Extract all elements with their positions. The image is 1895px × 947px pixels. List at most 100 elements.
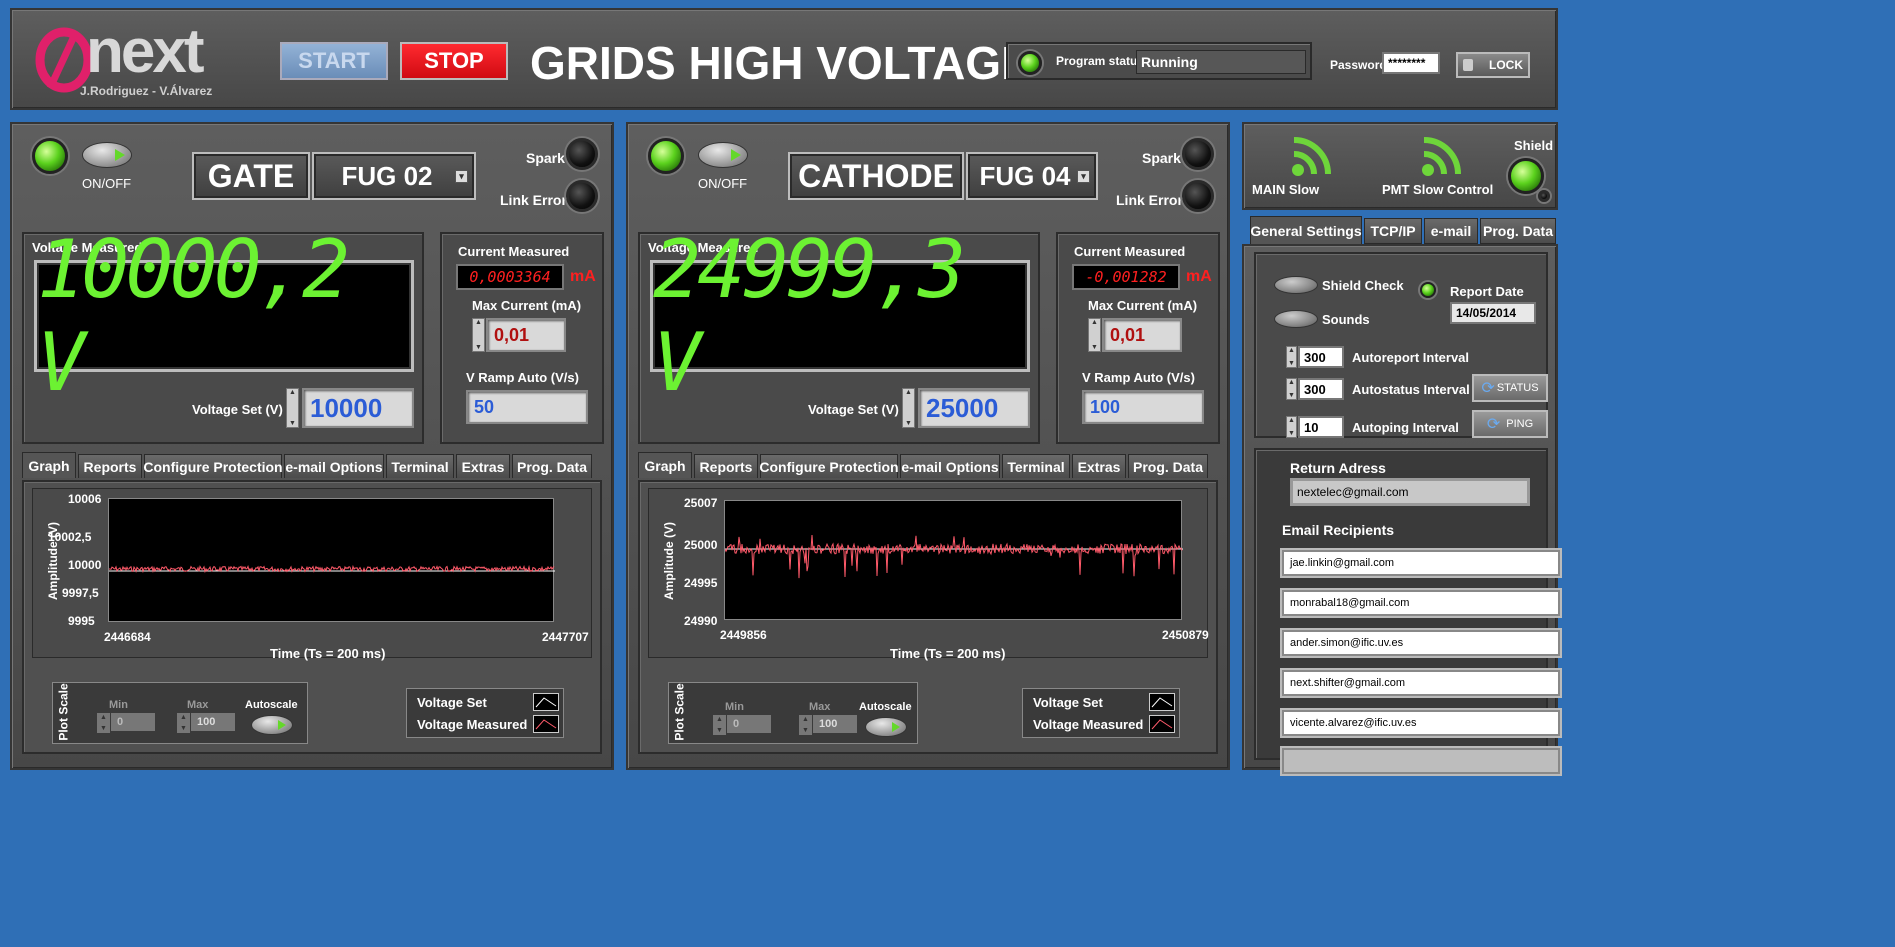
autostatus-spinner[interactable]: ▲ ▼ xyxy=(1286,378,1297,400)
gate-autoscale-toggle[interactable] xyxy=(251,715,293,735)
tab-terminal[interactable]: Terminal xyxy=(1002,454,1070,478)
pmt-slow-control-wifi-icon[interactable] xyxy=(1420,134,1464,178)
cathode-max-spinner[interactable]: ▲ ▼ xyxy=(799,715,812,735)
gate-y-tick: 9995 xyxy=(68,614,95,628)
cathode-device-select[interactable]: FUG 04 ▾ xyxy=(966,152,1098,200)
tab-email[interactable]: e-mail xyxy=(1424,218,1478,244)
tab-general-settings[interactable]: General Settings xyxy=(1250,216,1362,246)
cathode-legend-voltage-set: Voltage Set xyxy=(1033,695,1103,710)
cathode-status-led xyxy=(648,138,684,174)
lock-button[interactable]: LOCK xyxy=(1456,52,1530,78)
gate-device-select[interactable]: FUG 02 ▾ xyxy=(312,152,476,200)
tab-email-options[interactable]: e-mail Options xyxy=(284,454,384,478)
password-field[interactable]: ******** xyxy=(1382,52,1440,74)
email-recipients-label: Email Recipients xyxy=(1282,522,1395,538)
gate-legend-voltage-set: Voltage Set xyxy=(417,695,487,710)
gate-max-current-spinner[interactable]: ▲ ▼ xyxy=(472,318,485,352)
gate-voltage-set-spinner[interactable]: ▲ ▼ xyxy=(286,388,299,428)
shield-check-toggle[interactable] xyxy=(1274,276,1318,294)
tab-configure-protection[interactable]: Configure Protection xyxy=(143,454,283,478)
cathode-link-error-label: Link Error xyxy=(1116,192,1183,208)
gate-graph-panel: Amplitude (V) 10006 10002,5 10000 9997,5… xyxy=(22,480,602,754)
tab-terminal[interactable]: Terminal xyxy=(386,454,454,478)
autoreport-spinner[interactable]: ▲ ▼ xyxy=(1286,346,1297,368)
autostatus-input[interactable]: 300 xyxy=(1298,378,1344,400)
gate-spark-label: Spark xyxy=(526,150,565,166)
gate-current-display: 0,0003364 xyxy=(456,264,564,290)
gate-voltage-set-input[interactable]: 10000 xyxy=(302,388,414,428)
sounds-toggle[interactable] xyxy=(1274,310,1318,328)
recipient-item[interactable]: next.shifter@gmail.com xyxy=(1282,670,1560,696)
tab-reports[interactable]: Reports xyxy=(694,454,758,478)
tab-prog-data[interactable]: Prog. Data xyxy=(512,454,592,478)
cathode-max-current-input[interactable]: 0,01 xyxy=(1102,318,1182,352)
tab-prog-data[interactable]: Prog. Data xyxy=(1480,218,1556,244)
shield-check-led xyxy=(1420,282,1436,298)
cathode-max-current-label: Max Current (mA) xyxy=(1088,298,1198,313)
gate-graph-plot xyxy=(108,498,555,622)
autoping-input[interactable]: 10 xyxy=(1298,416,1344,438)
gate-min-input[interactable]: 0 xyxy=(111,713,155,731)
logo-text: next xyxy=(86,17,204,86)
cathode-v-ramp-input[interactable]: 100 xyxy=(1082,390,1204,424)
return-address-input[interactable]: nextelec@gmail.com xyxy=(1290,478,1530,506)
gate-max-spinner[interactable]: ▲ ▼ xyxy=(177,713,190,733)
cathode-plot-scale-box: Plot Scale Min ▲ ▼ 0 Max ▲ ▼ 100 Autoscale xyxy=(668,682,918,744)
cathode-autoscale-toggle[interactable] xyxy=(865,717,907,737)
recipient-item[interactable]: monrabal18@gmail.com xyxy=(1282,590,1560,616)
recipient-item[interactable]: vicente.alvarez@ific.uv.es xyxy=(1282,710,1560,736)
recipient-item[interactable]: ander.simon@ific.uv.es xyxy=(1282,630,1560,656)
tab-prog-data[interactable]: Prog. Data xyxy=(1128,454,1208,478)
stop-button[interactable]: STOP xyxy=(400,42,508,80)
gate-onoff-toggle[interactable] xyxy=(82,142,132,168)
tab-tcp-ip[interactable]: TCP/IP xyxy=(1364,218,1422,244)
gate-max-input[interactable]: 100 xyxy=(191,713,235,731)
tab-graph[interactable]: Graph xyxy=(638,452,692,478)
cathode-voltage-set-spinner[interactable]: ▲ ▼ xyxy=(902,388,915,428)
gate-x-axis-label: Time (Ts = 200 ms) xyxy=(270,646,386,661)
gate-legend: Voltage Set Voltage Measured xyxy=(406,688,564,738)
gate-current-measured-label: Current Measured xyxy=(458,244,570,259)
tab-extras[interactable]: Extras xyxy=(456,454,510,478)
cathode-min-spinner[interactable]: ▲ ▼ xyxy=(713,715,726,735)
settings-tab-bar: General Settings TCP/IP e-mail Prog. Dat… xyxy=(1250,216,1556,246)
main-slow-wifi-icon[interactable] xyxy=(1290,134,1334,178)
cathode-max-current-spinner[interactable]: ▲ ▼ xyxy=(1088,318,1101,352)
next-logo: next J.Rodriguez - V.Álvarez xyxy=(34,17,234,104)
shield-small-led xyxy=(1538,190,1550,202)
tab-email-options[interactable]: e-mail Options xyxy=(900,454,1000,478)
tab-reports[interactable]: Reports xyxy=(78,454,142,478)
gate-min-spinner[interactable]: ▲ ▼ xyxy=(97,713,110,733)
gate-plot-scale-box: Plot Scale Min ▲ ▼ 0 Max ▲ ▼ 100 Autoscale xyxy=(52,682,308,744)
cathode-max-input[interactable]: 100 xyxy=(813,715,857,733)
tab-extras[interactable]: Extras xyxy=(1072,454,1126,478)
lock-label: LOCK xyxy=(1489,58,1523,72)
gate-max-current-input[interactable]: 0,01 xyxy=(486,318,566,352)
cathode-x-end: 2450879 xyxy=(1162,628,1209,642)
cathode-voltage-set-input[interactable]: 25000 xyxy=(918,388,1030,428)
cathode-current-display: -0,001282 xyxy=(1072,264,1180,290)
cathode-spark-label: Spark xyxy=(1142,150,1181,166)
tab-configure-protection[interactable]: Configure Protection xyxy=(759,454,899,478)
gate-y-tick: 10006 xyxy=(68,492,102,506)
ping-button[interactable]: ⟳ PING xyxy=(1472,410,1548,438)
autoping-spinner[interactable]: ▲ ▼ xyxy=(1286,416,1297,438)
ping-button-label: PING xyxy=(1506,418,1534,430)
start-button[interactable]: START xyxy=(280,42,388,80)
cathode-legend: Voltage Set Voltage Measured xyxy=(1022,688,1180,738)
autoreport-input[interactable]: 300 xyxy=(1298,346,1344,368)
report-date-label: Report Date xyxy=(1450,284,1524,299)
cathode-autoscale-label: Autoscale xyxy=(859,701,912,713)
status-button[interactable]: ⟳ STATUS xyxy=(1472,374,1548,402)
gate-plot-scale-label: Plot Scale xyxy=(56,683,71,741)
chevron-down-icon: ▾ xyxy=(455,170,468,183)
tab-graph[interactable]: Graph xyxy=(22,452,76,478)
gate-v-ramp-input[interactable]: 50 xyxy=(466,390,588,424)
cathode-min-input[interactable]: 0 xyxy=(727,715,771,733)
cathode-onoff-toggle[interactable] xyxy=(698,142,748,168)
recipient-item[interactable] xyxy=(1282,748,1560,774)
gate-status-led xyxy=(32,138,68,174)
report-date-input[interactable]: 14/05/2014 xyxy=(1450,302,1536,324)
settings-box: Shield Check Report Date 14/05/2014 Soun… xyxy=(1254,252,1548,438)
recipient-item[interactable]: jae.linkin@gmail.com xyxy=(1282,550,1560,576)
